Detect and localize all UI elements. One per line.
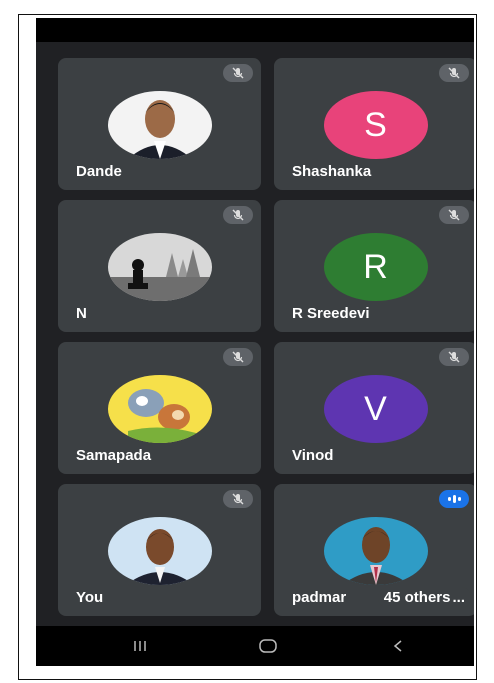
speaking-indicator-icon <box>439 490 469 508</box>
participant-name: padmar <box>292 589 347 606</box>
avatar <box>107 375 212 443</box>
home-icon[interactable] <box>258 638 278 659</box>
mic-off-icon <box>223 206 253 224</box>
participant-tile[interactable]: S Shashanka <box>274 58 474 190</box>
participant-tile[interactable]: V Vinod <box>274 342 474 474</box>
participant-name: Vinod <box>292 447 334 464</box>
others-count-label: 45 others <box>383 589 451 606</box>
participant-tile[interactable]: You <box>58 484 261 616</box>
mic-off-icon <box>223 490 253 508</box>
recents-icon[interactable] <box>132 638 148 659</box>
system-navigation-bar <box>36 626 474 666</box>
avatar <box>107 91 212 159</box>
avatar <box>107 517 212 585</box>
participant-name: Dande <box>76 163 122 180</box>
avatar <box>323 517 428 585</box>
mic-off-icon <box>223 348 253 366</box>
meeting-screen: Dande S Shashanka N R R Sreedevi Samapad… <box>36 18 474 666</box>
avatar-letter: V <box>323 375 428 443</box>
participant-tile[interactable]: padmar 45 others... <box>274 484 474 616</box>
overflow-dots: ... <box>452 589 465 606</box>
status-bar <box>36 18 474 42</box>
mic-off-icon <box>439 64 469 82</box>
avatar <box>107 233 212 301</box>
others-count-badge[interactable]: 45 others... <box>377 587 471 608</box>
participant-name: R Sreedevi <box>292 305 370 322</box>
mic-off-icon <box>439 206 469 224</box>
participant-name: You <box>76 589 104 606</box>
participant-tile[interactable]: Samapada <box>58 342 261 474</box>
participant-tile[interactable]: R R Sreedevi <box>274 200 474 332</box>
participant-tile[interactable]: Dande <box>58 58 261 190</box>
mic-off-icon <box>439 348 469 366</box>
avatar-letter: R <box>323 233 428 301</box>
back-icon[interactable] <box>390 638 406 659</box>
participant-name: N <box>76 305 87 322</box>
avatar-letter: S <box>323 91 428 159</box>
participant-name: Samapada <box>76 447 152 464</box>
participant-tile[interactable]: N <box>58 200 261 332</box>
mic-off-icon <box>223 64 253 82</box>
participant-name: Shashanka <box>292 163 372 180</box>
